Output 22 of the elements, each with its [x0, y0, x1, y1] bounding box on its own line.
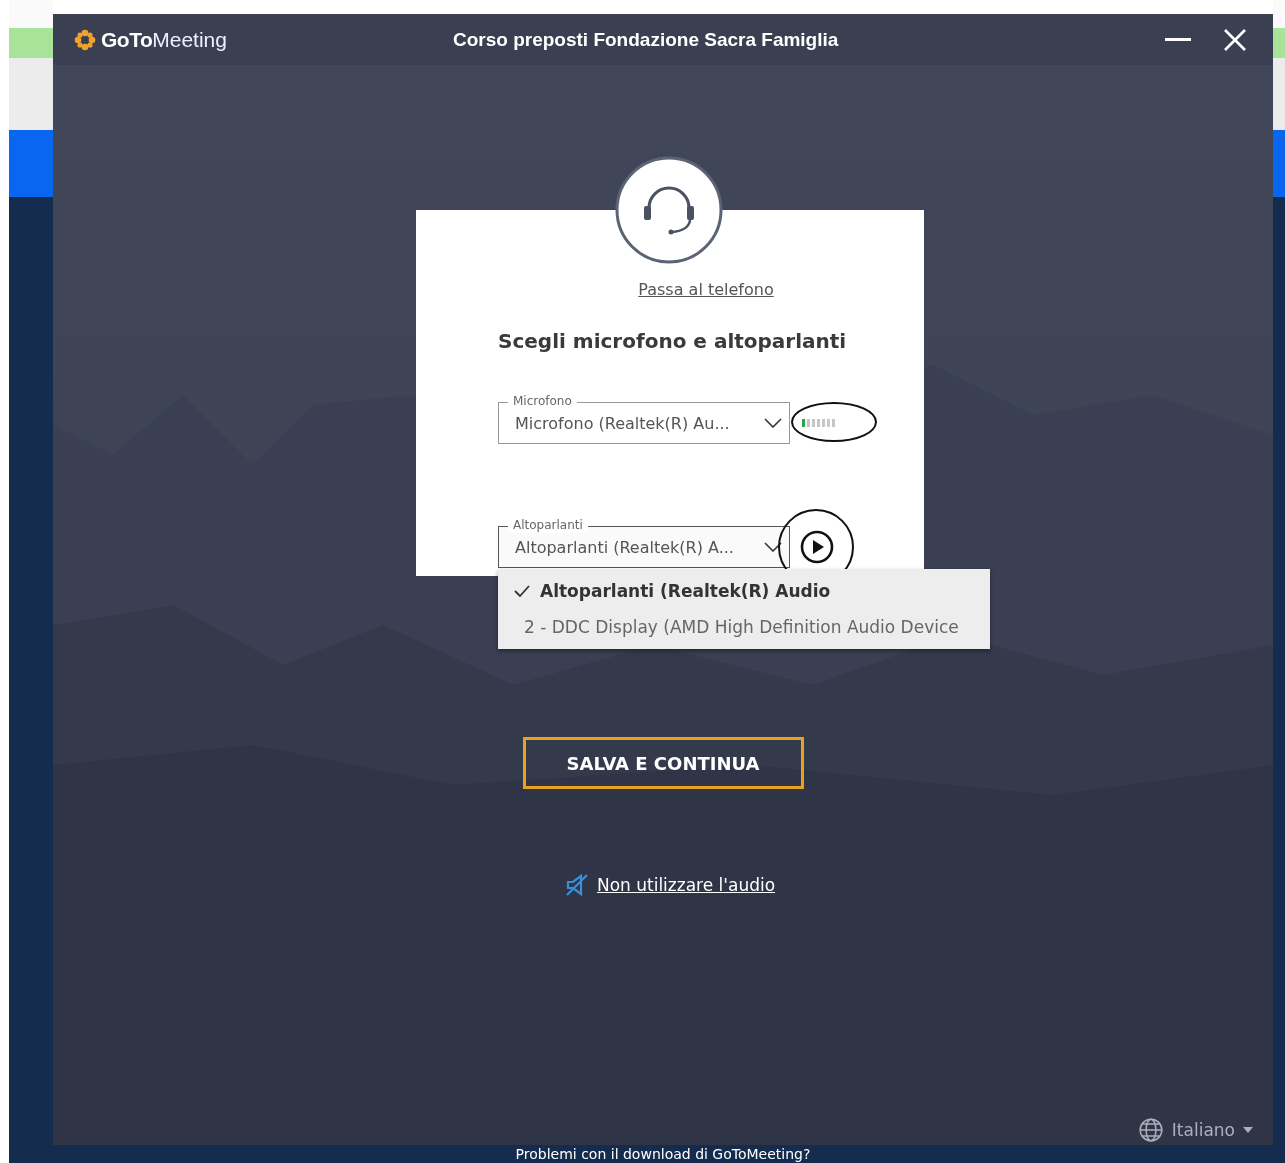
globe-icon — [1137, 1117, 1164, 1143]
dropdown-option[interactable]: 2 - DDC Display (AMD High Definition Audio Device — [498, 609, 990, 645]
no-audio-link[interactable]: Non utilizzare l'audio — [596, 875, 776, 895]
muted-speaker-icon — [564, 873, 589, 897]
flower-logo-icon — [73, 27, 97, 52]
device-dropdown[interactable]: Microfono Microfono (Realtek(R) Au... — [498, 393, 790, 444]
chevron-icon — [764, 418, 782, 428]
language-selector[interactable]: Italiano — [1137, 1117, 1253, 1143]
download-help-text: Problemi con il download di GoToMeeting? — [515, 1145, 811, 1163]
play-icon[interactable] — [800, 530, 834, 564]
checkmark-icon — [514, 585, 530, 597]
phone-link[interactable]: Passa al telefono — [638, 280, 774, 299]
save-button[interactable]: SALVA E CONTINUA — [522, 737, 804, 789]
window-title: Corso preposti Fondazione Sacra Famiglia — [452, 28, 840, 51]
dropdown-option[interactable]: Altoparlanti (Realtek(R) Audio — [498, 573, 990, 609]
card-heading: Scegli microfono e altoparlanti — [498, 329, 847, 353]
app-logo-text: GoToMeeting — [101, 27, 227, 52]
close-icon[interactable] — [1223, 27, 1247, 52]
caret-icon — [1243, 1127, 1253, 1133]
device-dropdown[interactable]: Altoparlanti Altoparlanti (Realtek(R) A... — [498, 517, 790, 568]
chevron-icon — [764, 542, 782, 552]
minimize-icon[interactable] — [1165, 37, 1191, 42]
